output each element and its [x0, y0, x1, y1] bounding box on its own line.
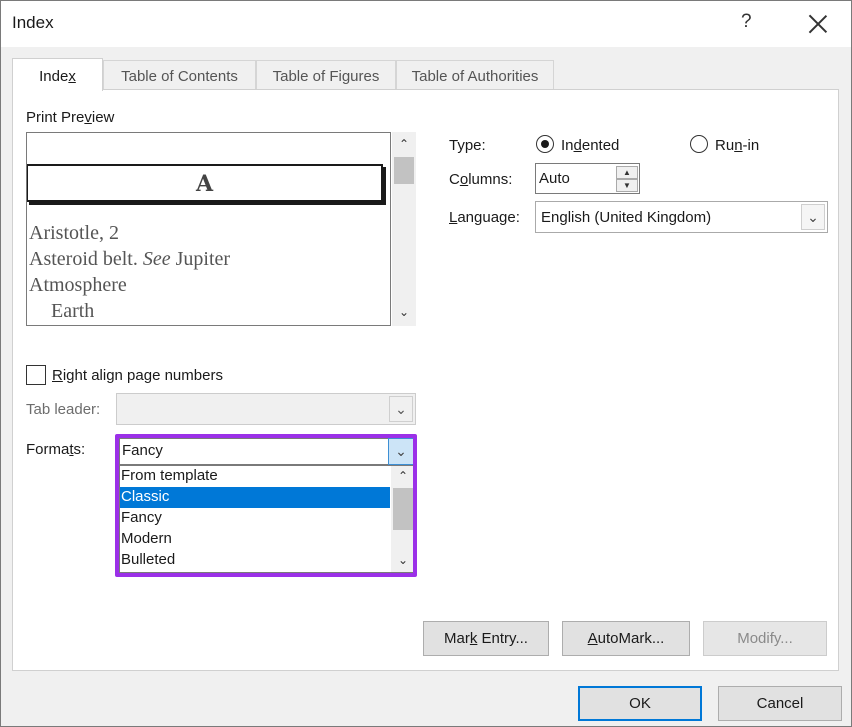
title-bar: Index ?	[1, 1, 851, 47]
formats-highlight-outline	[115, 434, 417, 577]
chevron-down-icon[interactable]: ⌄	[801, 204, 825, 230]
radio-indented[interactable]	[536, 135, 554, 153]
tab-index[interactable]: Index	[12, 58, 103, 91]
chevron-down-icon: ⌄	[389, 396, 413, 422]
modify-button: Modify...	[703, 621, 827, 656]
dialog-title: Index	[12, 13, 54, 32]
scroll-down-icon[interactable]: ⌄	[392, 300, 416, 324]
language-value: English (United Kingdom)	[541, 209, 712, 226]
print-preview-label: Print Preview	[26, 109, 115, 126]
automark-button[interactable]: AutoMark...	[562, 621, 690, 656]
type-label: Type:	[449, 137, 486, 154]
run-in-label: Run-in	[715, 137, 760, 154]
scroll-thumb[interactable]	[394, 157, 414, 184]
tab-table-of-figures[interactable]: Table of Figures	[256, 60, 396, 90]
columns-value[interactable]: Auto	[539, 170, 570, 187]
right-align-label: Right align page numbers	[52, 367, 223, 384]
mark-entry-button[interactable]: Mark Entry...	[423, 621, 549, 656]
preview-heading-letter: A	[27, 164, 383, 202]
scroll-up-icon[interactable]: ⌃	[392, 132, 416, 156]
tab-table-of-authorities[interactable]: Table of Authorities	[396, 60, 554, 90]
columns-label: Columns:	[449, 171, 513, 188]
tab-table-of-contents[interactable]: Table of Contents	[103, 60, 256, 90]
preview-entry: Atmosphere	[29, 274, 127, 296]
close-icon[interactable]	[807, 13, 829, 35]
index-dialog: Index ? Index Table of Contents Table of…	[0, 0, 852, 727]
ok-button[interactable]: OK	[578, 686, 702, 721]
tab-leader-select: ⌄	[116, 393, 416, 425]
language-select[interactable]: English (United Kingdom) ⌄	[535, 201, 828, 233]
preview-entry-sub: Earth	[51, 300, 95, 322]
radio-run-in[interactable]	[690, 135, 708, 153]
right-align-checkbox[interactable]	[26, 365, 46, 385]
print-preview: A Aristotle, 2 Asteroid belt. See Jupite…	[26, 132, 391, 326]
help-button[interactable]: ?	[741, 11, 752, 33]
preview-entry: Asteroid belt. See Jupiter	[29, 248, 231, 270]
formats-label: Formats:	[26, 441, 86, 458]
columns-spinner[interactable]: Auto ▲ ▼	[535, 163, 640, 194]
preview-entry: Aristotle, 2	[29, 222, 119, 244]
spin-up-icon[interactable]: ▲	[616, 166, 638, 179]
cancel-button[interactable]: Cancel	[718, 686, 842, 721]
indented-label: Indented	[561, 137, 620, 154]
preview-scrollbar[interactable]: ⌃ ⌄	[392, 132, 416, 326]
language-label: Language:	[449, 209, 520, 226]
tab-leader-label: Tab leader:	[26, 401, 101, 418]
spin-down-icon[interactable]: ▼	[616, 179, 638, 192]
